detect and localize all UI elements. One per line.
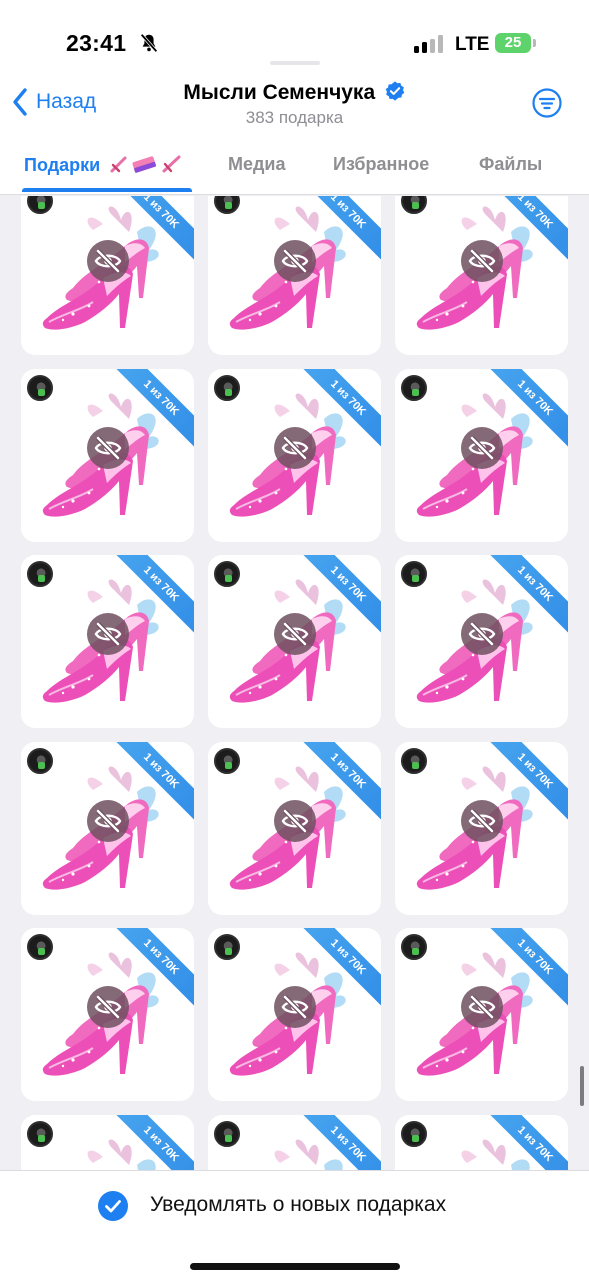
eye-slash-icon <box>468 995 496 1019</box>
signal-icon <box>414 35 443 53</box>
hidden-badge <box>87 800 129 842</box>
hidden-badge <box>274 613 316 655</box>
eye-slash-icon <box>94 622 122 646</box>
eye-slash-icon <box>468 809 496 833</box>
gift-card[interactable]: 1 из 70K <box>21 369 194 542</box>
hidden-badge <box>274 800 316 842</box>
eye-slash-icon <box>468 436 496 460</box>
active-tab-indicator <box>22 188 192 192</box>
eye-slash-icon <box>94 995 122 1019</box>
battery-tip <box>533 39 536 47</box>
notify-label[interactable]: Уведомлять о новых подарках <box>150 1193 446 1217</box>
sword-icon <box>162 155 181 173</box>
tab-favorites[interactable]: Избранное <box>333 154 429 175</box>
hidden-badge <box>461 800 503 842</box>
tab-files[interactable]: Файлы <box>479 154 542 175</box>
gift-card[interactable]: 1 из 70K <box>208 555 381 728</box>
eye-slash-icon <box>468 249 496 273</box>
hidden-badge <box>461 427 503 469</box>
gift-card[interactable]: 1 из 70K <box>395 196 568 355</box>
tab-bar: Подарки Медиа Избранное Файлы <box>0 148 589 194</box>
gift-grid-scroll[interactable]: 1 из 70K 1 из 70K 1 из 70K 1 из 70K 1 из… <box>0 196 589 1170</box>
gift-card[interactable]: 1 из 70K <box>208 742 381 915</box>
gift-card[interactable]: 1 из 70K <box>395 1115 568 1170</box>
gift-card[interactable]: 1 из 70K <box>395 369 568 542</box>
hidden-badge <box>274 427 316 469</box>
eye-slash-icon <box>94 809 122 833</box>
hidden-badge <box>461 240 503 282</box>
eye-slash-icon <box>281 249 309 273</box>
gift-card[interactable]: 1 из 70K <box>208 1115 381 1170</box>
hidden-badge <box>461 986 503 1028</box>
gift-card[interactable]: 1 из 70K <box>208 928 381 1101</box>
tab-gifts-label: Подарки <box>24 155 101 175</box>
hidden-badge <box>461 613 503 655</box>
eye-slash-icon <box>94 436 122 460</box>
hidden-badge <box>87 240 129 282</box>
filter-icon[interactable] <box>531 87 563 119</box>
tab-media[interactable]: Медиа <box>228 154 286 175</box>
gift-card[interactable]: 1 из 70K <box>395 555 568 728</box>
checkmark-icon <box>105 1200 121 1213</box>
hidden-badge <box>87 986 129 1028</box>
hidden-badge <box>274 986 316 1028</box>
title-block: Мысли Семенчука 383 подарка <box>0 80 589 128</box>
status-bar: 23:41 LTE 25 <box>0 0 589 80</box>
eye-slash-icon <box>281 622 309 646</box>
bottom-bar: Уведомлять о новых подарках <box>0 1170 589 1280</box>
hidden-badge <box>274 240 316 282</box>
home-indicator <box>190 1263 400 1270</box>
gift-card[interactable]: 1 из 70K <box>21 742 194 915</box>
gift-card[interactable]: 1 из 70K <box>395 928 568 1101</box>
eye-slash-icon <box>468 622 496 646</box>
sheet-grabber[interactable] <box>270 61 320 65</box>
gift-card[interactable]: 1 из 70K <box>208 369 381 542</box>
gift-card[interactable]: 1 из 70K <box>21 555 194 728</box>
tab-gifts[interactable]: Подарки <box>24 154 183 176</box>
gift-card[interactable]: 1 из 70K <box>208 196 381 355</box>
eye-slash-icon <box>281 436 309 460</box>
sword-eraser-sword-icon <box>110 155 181 173</box>
channel-title: Мысли Семенчука <box>183 81 376 104</box>
gift-card[interactable]: 1 из 70K <box>395 742 568 915</box>
gift-card[interactable]: 1 из 70K <box>21 928 194 1101</box>
hidden-badge <box>87 613 129 655</box>
hidden-badge <box>87 427 129 469</box>
battery-level: 25 <box>495 33 531 53</box>
gift-count: 383 подарка <box>245 108 344 127</box>
scrollbar[interactable] <box>580 1066 584 1106</box>
verified-badge-icon <box>385 81 404 101</box>
eye-slash-icon <box>281 995 309 1019</box>
gift-card[interactable]: 1 из 70K <box>21 1115 194 1170</box>
eraser-icon <box>132 156 157 173</box>
network-type: LTE <box>455 34 490 55</box>
eye-slash-icon <box>281 809 309 833</box>
mute-bell-icon <box>140 33 158 53</box>
header: Назад Мысли Семенчука 383 подарка Подарк… <box>0 80 589 195</box>
gift-card[interactable]: 1 из 70K <box>21 196 194 355</box>
notify-checkbox[interactable] <box>98 1191 128 1221</box>
sword-icon <box>110 156 127 173</box>
status-time: 23:41 <box>66 30 127 56</box>
eye-slash-icon <box>94 249 122 273</box>
